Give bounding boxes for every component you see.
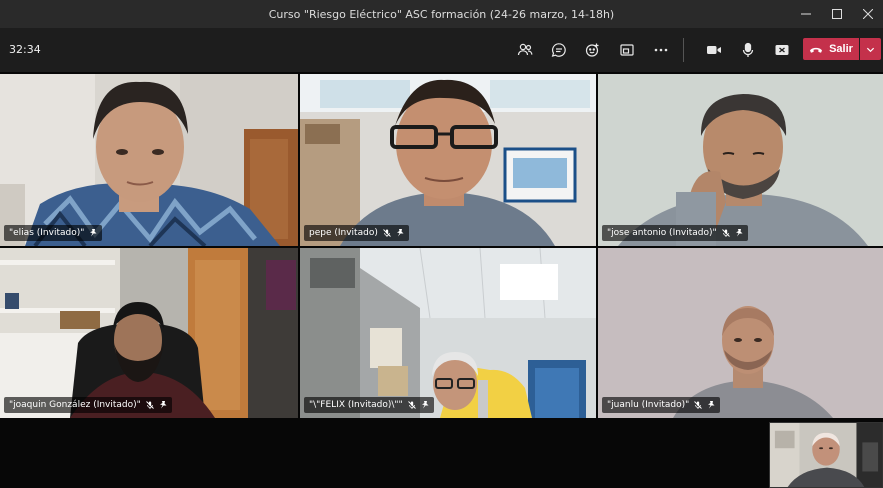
maximize-icon[interactable] [821,0,852,28]
video-tile-felix[interactable]: "\"FELIX (Invitado)\"" [300,248,596,418]
title-bar: Curso "Riesgo Eléctrico" ASC formación (… [0,0,883,28]
reactions-icon[interactable] [576,35,610,65]
chat-icon[interactable] [542,35,576,65]
hang-up-icon [810,47,823,53]
share-tray-icon[interactable] [610,35,644,65]
participant-video [0,248,298,418]
leave-button[interactable]: Salir [803,38,859,60]
mic-off-icon [694,401,703,409]
meeting-toolbar: 32:34 Salir [0,28,883,72]
mic-off-icon [721,229,730,237]
window-controls [790,0,883,28]
participant-name-tag: "juanlu (Invitado)" [602,397,721,413]
mic-off-icon [383,229,391,237]
pin-icon [735,229,743,237]
microphone-icon[interactable] [731,35,765,65]
chevron-down-icon [866,47,875,52]
participant-video [300,74,596,246]
share-screen-icon[interactable] [765,35,799,65]
participant-name: "\"FELIX (Invitado)\"" [309,400,403,410]
mic-off-icon [145,401,154,409]
mic-off-icon [407,401,416,409]
pin-icon [396,229,404,237]
participant-name-tag: "elias (Invitado)" [4,225,103,241]
close-icon[interactable] [852,0,883,28]
toolbar-divider [683,38,684,62]
video-tile-elias[interactable]: "elias (Invitado)" [0,74,298,246]
media-controls [697,35,799,65]
self-view-video[interactable] [769,422,883,488]
video-tile-joaquin[interactable]: "joaquin González (Invitado)" [0,248,298,418]
pin-icon [159,401,167,409]
meeting-actions [508,35,678,65]
video-tile-pepe[interactable]: pepe (Invitado) [300,74,596,246]
participant-name: pepe (Invitado) [309,228,378,238]
participant-name-tag: pepe (Invitado) [304,225,409,241]
participant-video [300,248,596,418]
participant-name: "juanlu (Invitado)" [607,400,690,410]
leave-button-label: Salir [829,43,853,55]
participant-name-tag: "joaquin González (Invitado)" [4,397,172,413]
pin-icon [90,229,97,237]
participant-video [0,74,298,246]
teams-meeting-window: Curso "Riesgo Eléctrico" ASC formación (… [0,0,883,488]
participant-video [598,248,883,418]
participant-name: "jose antonio (Invitado)" [607,228,717,238]
window-title: Curso "Riesgo Eléctrico" ASC formación (… [268,7,615,21]
participant-name-tag: "\"FELIX (Invitado)\"" [304,397,434,413]
participants-icon[interactable] [508,35,542,65]
meeting-timer: 32:34 [9,43,41,56]
participant-name: "joaquin González (Invitado)" [9,400,141,410]
leave-options-dropdown[interactable] [860,38,881,60]
participant-video [598,74,883,246]
pin-icon [708,401,715,409]
more-options-icon[interactable] [644,35,678,65]
participant-name-tag: "jose antonio (Invitado)" [602,225,748,241]
video-tile-juanlu[interactable]: "juanlu (Invitado)" [598,248,883,418]
minimize-icon[interactable] [790,0,821,28]
video-tile-jose-antonio[interactable]: "jose antonio (Invitado)" [598,74,883,246]
camera-icon[interactable] [697,35,731,65]
participant-name: "elias (Invitado)" [9,228,85,238]
self-video-feed [770,423,882,487]
pin-icon [421,401,429,409]
